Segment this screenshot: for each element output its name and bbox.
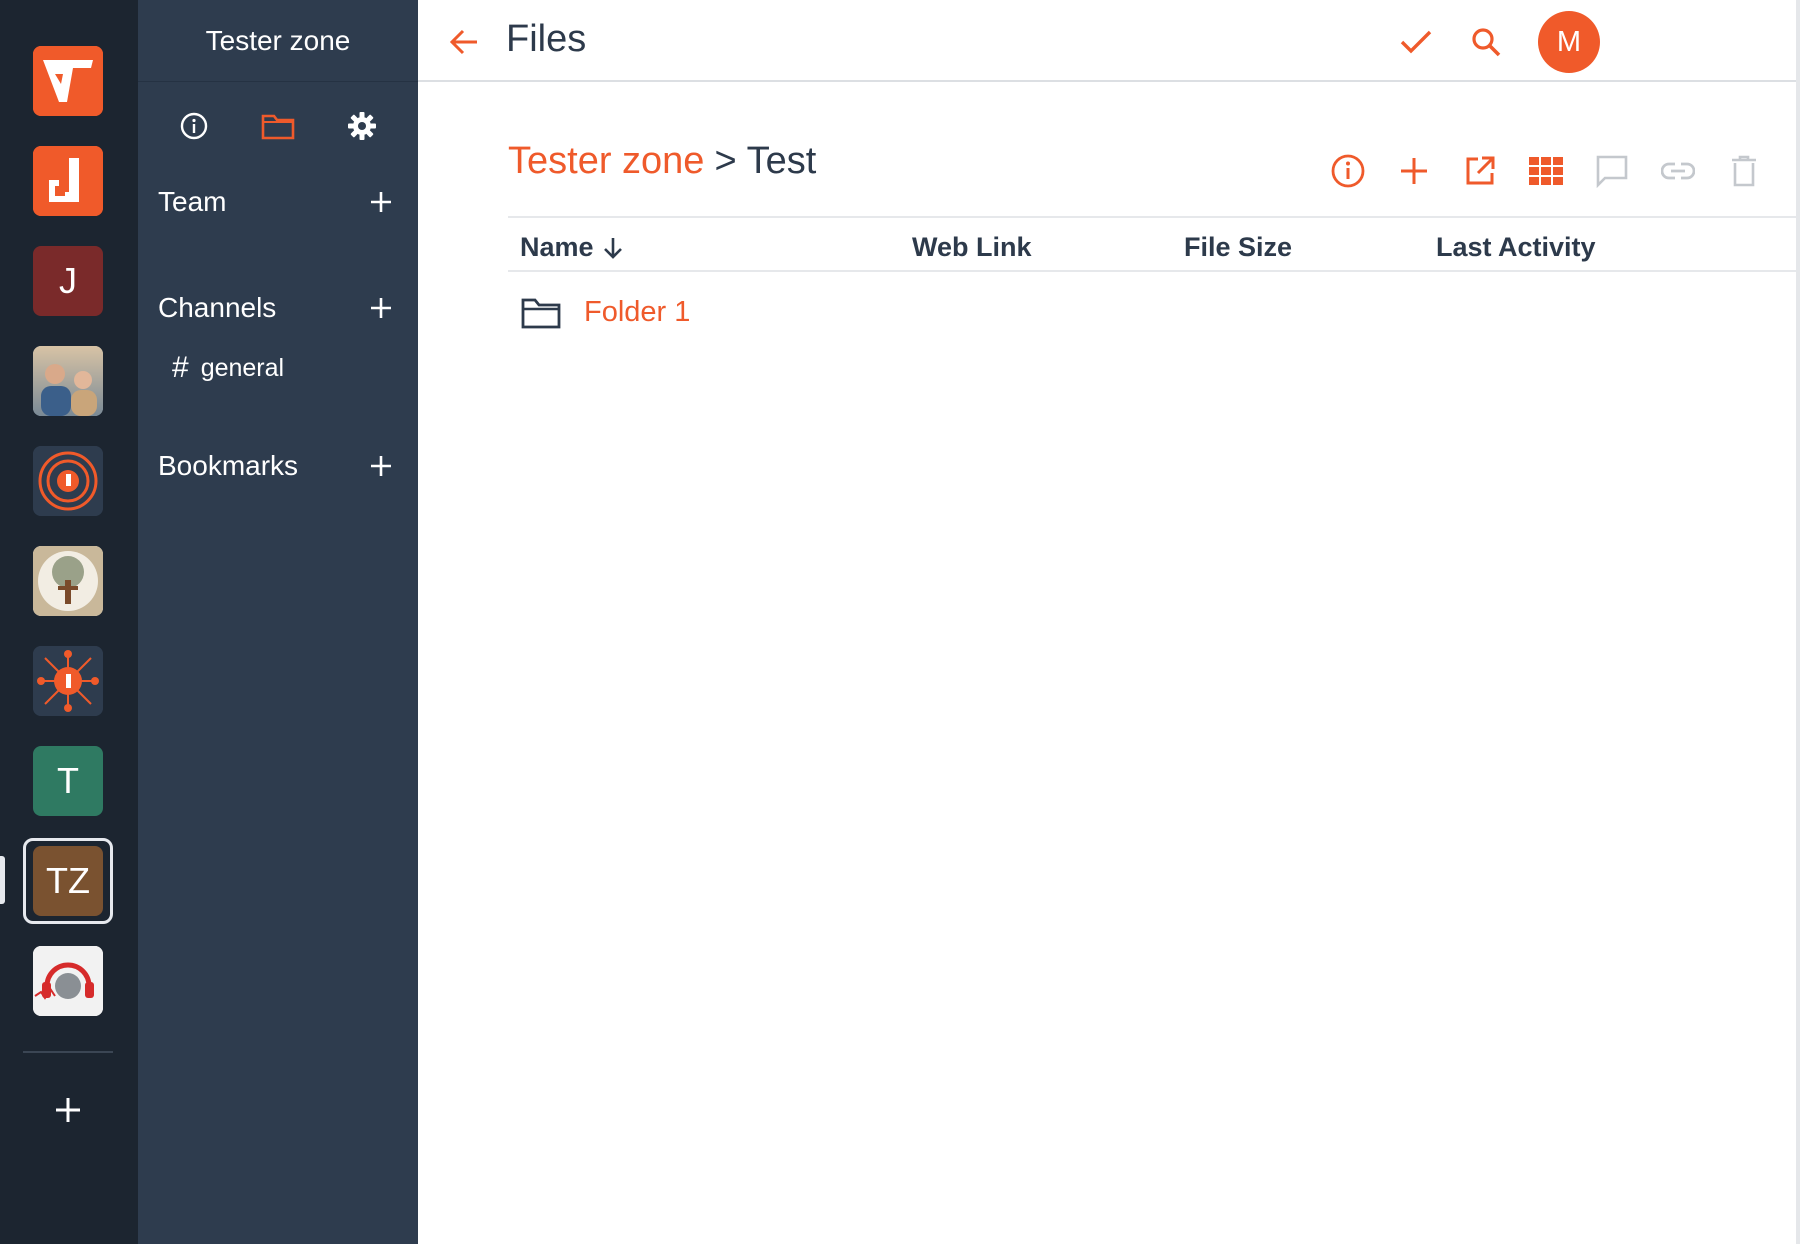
search-icon: [1472, 28, 1501, 57]
gear-icon: [348, 112, 376, 140]
team-t[interactable]: T: [33, 746, 103, 816]
channels-section-label: Channels: [158, 292, 277, 323]
team-network-d[interactable]: [33, 646, 103, 716]
page-title: Files: [506, 18, 587, 60]
selected-team-indicator: [0, 856, 5, 904]
team-circle-d[interactable]: [33, 446, 103, 516]
side-tabs: [138, 104, 418, 148]
arrow-down-icon: [603, 237, 622, 259]
team-name: Tester zone: [138, 0, 418, 82]
breadcrumb-root-link[interactable]: Tester zone: [508, 140, 704, 183]
team-t-label: T: [57, 760, 79, 801]
team-app-logo[interactable]: [33, 46, 103, 116]
bookmarks-section-label: Bookmarks: [158, 450, 299, 481]
plus-icon: [371, 192, 391, 212]
comment-button[interactable]: [1590, 149, 1634, 193]
team-rail: J T TZ: [0, 0, 138, 1244]
add-team-button[interactable]: [46, 1088, 90, 1132]
add-file-button[interactable]: [1392, 149, 1436, 193]
top-bar: Files M: [418, 0, 1800, 82]
plus-icon: [56, 1098, 80, 1122]
grid-view-icon: [1529, 157, 1563, 185]
team-d-logo[interactable]: [33, 146, 103, 216]
team-tz-label: TZ: [46, 860, 90, 901]
done-button[interactable]: [1396, 22, 1436, 62]
info-icon: [1331, 154, 1365, 188]
tab-settings[interactable]: [340, 104, 384, 148]
column-name-label: Name: [520, 232, 594, 262]
folder-icon: [520, 292, 562, 334]
add-channel-button[interactable]: [364, 291, 398, 325]
copy-link-button[interactable]: [1656, 149, 1700, 193]
arrow-left-icon: [449, 29, 477, 55]
team-photo[interactable]: [33, 346, 103, 416]
files-main: Files M Tester zone > Test Name Web Link…: [418, 0, 1800, 1244]
link-icon: [1661, 162, 1695, 180]
column-last-activity[interactable]: Last Activity: [1436, 232, 1596, 263]
bookmarks-section: Bookmarks: [158, 444, 398, 488]
table-row[interactable]: Folder 1: [508, 288, 1800, 348]
hash-icon: #: [172, 351, 189, 384]
tab-info[interactable]: [172, 104, 216, 148]
team-tz[interactable]: TZ: [33, 846, 103, 916]
app-window: J T TZ Tester zone Team Channels # gener…: [0, 0, 1800, 1244]
team-side-panel: Tester zone Team Channels # general Book…: [138, 0, 418, 1244]
column-name[interactable]: Name: [520, 232, 624, 263]
circle-d-logo-icon: [33, 446, 103, 516]
file-info-button[interactable]: [1326, 149, 1370, 193]
user-avatar[interactable]: M: [1538, 11, 1600, 73]
team-section: Team: [158, 180, 398, 224]
breadcrumb-current: Test: [746, 140, 817, 182]
files-toolbar: [1326, 148, 1766, 194]
delete-button[interactable]: [1722, 149, 1766, 193]
plus-icon: [371, 456, 391, 476]
team-section-label: Team: [158, 186, 227, 217]
column-file-size[interactable]: File Size: [1184, 232, 1292, 263]
files-table-header: Name Web Link File Size Last Activity: [508, 216, 1800, 272]
channel-general[interactable]: # general: [172, 348, 284, 388]
back-button[interactable]: [444, 22, 484, 62]
window-edge: [1796, 0, 1800, 1244]
channels-section: Channels: [158, 286, 398, 330]
people-photo: [33, 346, 103, 416]
plus-icon: [371, 298, 391, 318]
trash-icon: [1732, 155, 1756, 187]
tree-logo-icon: [33, 546, 103, 616]
channel-general-label: general: [200, 353, 285, 382]
add-bookmark-button[interactable]: [364, 449, 398, 483]
info-icon: [180, 112, 208, 140]
team-j[interactable]: J: [33, 246, 103, 316]
tab-files[interactable]: [256, 104, 300, 148]
open-external-icon: [1466, 156, 1495, 185]
rail-divider: [23, 1051, 113, 1053]
team-tree[interactable]: [33, 546, 103, 616]
team-j-label: J: [59, 260, 77, 301]
breadcrumb: Tester zone > Test: [508, 140, 816, 183]
folder-name-link[interactable]: Folder 1: [584, 296, 690, 329]
column-web-link[interactable]: Web Link: [912, 232, 1032, 263]
team-headphones[interactable]: [33, 946, 103, 1016]
comment-icon: [1596, 155, 1628, 188]
app-logo-icon: [33, 46, 103, 116]
breadcrumb-separator: >: [714, 140, 737, 182]
plus-icon: [1401, 158, 1427, 184]
open-external-button[interactable]: [1458, 149, 1502, 193]
check-icon: [1400, 30, 1432, 54]
d-logo-icon: [33, 146, 103, 216]
headphones-globe-icon: [33, 946, 103, 1016]
grid-view-button[interactable]: [1524, 149, 1568, 193]
folder-icon: [261, 114, 295, 140]
add-team-member-button[interactable]: [364, 185, 398, 219]
network-d-logo-icon: [33, 646, 103, 716]
search-button[interactable]: [1466, 22, 1506, 62]
